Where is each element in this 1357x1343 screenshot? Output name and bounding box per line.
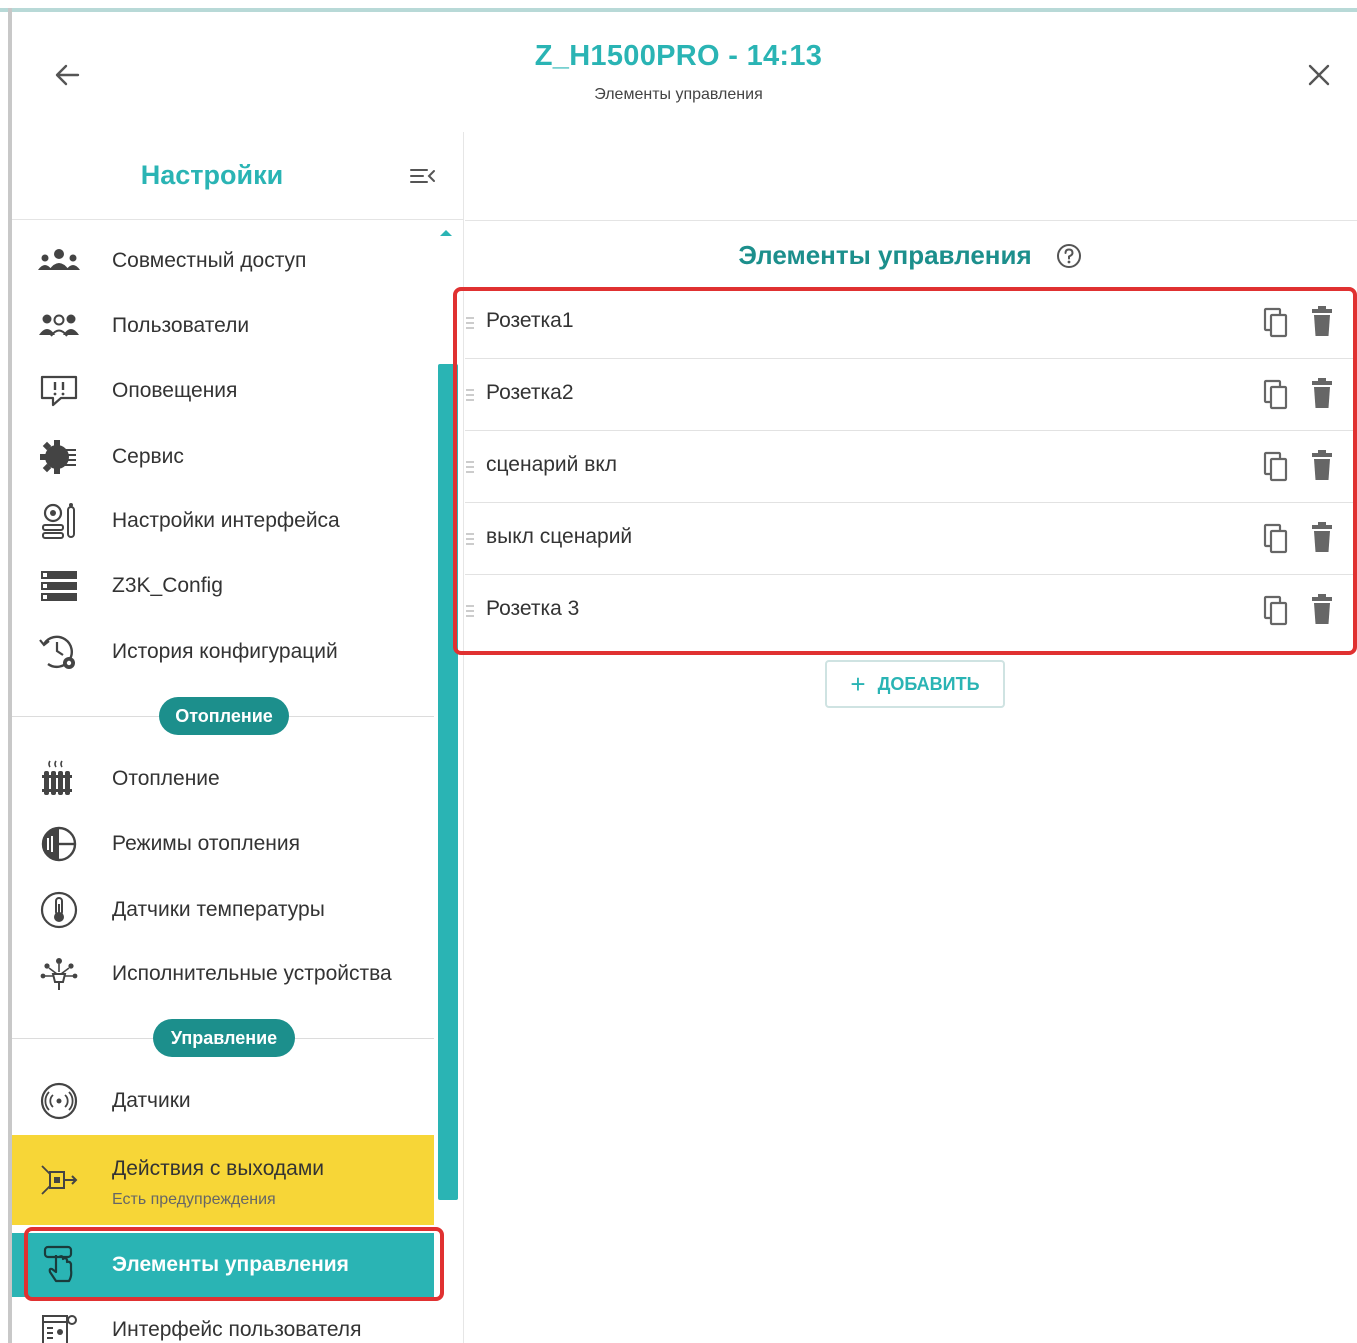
- page-title: Z_H1500PRO - 14:13: [534, 40, 823, 72]
- notifications-icon: [34, 369, 84, 413]
- sidebar-item-label: Интерфейс пользователя: [112, 1318, 362, 1341]
- radiator-icon: [34, 757, 84, 801]
- help-icon[interactable]: [1055, 242, 1083, 270]
- sidebar-item-shared-access[interactable]: Совместный доступ: [12, 229, 434, 293]
- sidebar-header: Настройки: [12, 132, 464, 220]
- sidebar-item-config-history[interactable]: История конфигураций: [12, 620, 434, 684]
- sidebar-item-label: Пользователи: [112, 314, 250, 337]
- thermometer-icon: [34, 888, 84, 932]
- sidebar-title: Настройки: [140, 160, 284, 190]
- main-header-divider: [465, 220, 1357, 221]
- sidebar-item-user-interface[interactable]: Интерфейс пользователя: [12, 1298, 434, 1343]
- sidebar-item-label: Сервис: [112, 445, 184, 468]
- sidebar-item-z3k-config[interactable]: Z3K_Config: [12, 554, 434, 618]
- config-history-icon: [34, 630, 84, 674]
- sidebar-item-notifications[interactable]: Оповещения: [12, 359, 434, 423]
- sidebar-item-label: Режимы отопления: [112, 832, 300, 855]
- sidebar-item-sensors[interactable]: Датчики: [12, 1069, 434, 1133]
- highlight-box-list: [453, 287, 1357, 655]
- plus-icon: +: [850, 669, 866, 699]
- sidebar-item-users[interactable]: Пользователи: [12, 294, 434, 358]
- sidebar-item-label: Z3K_Config: [112, 574, 223, 597]
- config-list-icon: [34, 564, 84, 608]
- sidebar-item-label: История конфигураций: [112, 640, 338, 663]
- settings-sidebar: Настройки Совместный доступ Пользователи…: [12, 132, 464, 1343]
- sidebar-item-temperature-sensors[interactable]: Датчики температуры: [12, 878, 434, 942]
- sidebar-item-output-actions[interactable]: Действия с выходами Есть предупреждения: [12, 1135, 434, 1225]
- users-icon: [34, 304, 84, 348]
- section-heating-badge: Отопление: [159, 697, 289, 735]
- sidebar-item-label: Исполнительные устройства: [112, 962, 392, 985]
- collapse-menu-icon[interactable]: [408, 162, 438, 192]
- sidebar-item-heating[interactable]: Отопление: [12, 747, 434, 811]
- sidebar-item-label: Действия с выходами: [112, 1157, 325, 1180]
- sidebar-item-actuators[interactable]: Исполнительные устройства: [12, 942, 434, 1006]
- warning-sublabel: Есть предупреждения: [112, 1191, 276, 1208]
- add-button[interactable]: + ДОБАВИТЬ: [825, 660, 1005, 708]
- actuators-icon: [34, 952, 84, 996]
- scroll-up-arrow[interactable]: [440, 230, 452, 236]
- sidebar-item-interface-settings[interactable]: Настройки интерфейса: [12, 489, 434, 553]
- sidebar-item-service[interactable]: Сервис: [12, 425, 434, 489]
- main-content: Элементы управления Розетка1 Розетка2 сц…: [453, 132, 1357, 1343]
- sidebar-item-label: Настройки интерфейса: [112, 509, 340, 532]
- interface-settings-icon: [34, 499, 84, 543]
- section-title: Элементы управления: [738, 240, 1032, 270]
- page-subtitle: Элементы управления: [594, 86, 763, 103]
- sidebar-item-label: Датчики: [112, 1089, 191, 1112]
- sidebar-item-label: Оповещения: [112, 379, 238, 402]
- user-interface-icon: [34, 1308, 84, 1343]
- sidebar-item-heating-modes[interactable]: Режимы отопления: [12, 812, 434, 876]
- output-actions-icon: [34, 1158, 84, 1202]
- sidebar-item-label: Совместный доступ: [112, 249, 307, 272]
- sidebar-item-label: Датчики температуры: [112, 898, 325, 921]
- sidebar-item-label: Отопление: [112, 767, 220, 790]
- sensors-icon: [34, 1079, 84, 1123]
- service-gear-icon: [34, 435, 84, 479]
- highlight-box-active-item: [24, 1227, 444, 1301]
- heating-modes-icon: [34, 822, 84, 866]
- add-button-label: ДОБАВИТЬ: [877, 673, 980, 694]
- shared-access-icon: [34, 239, 84, 283]
- section-control-badge: Управление: [153, 1019, 295, 1057]
